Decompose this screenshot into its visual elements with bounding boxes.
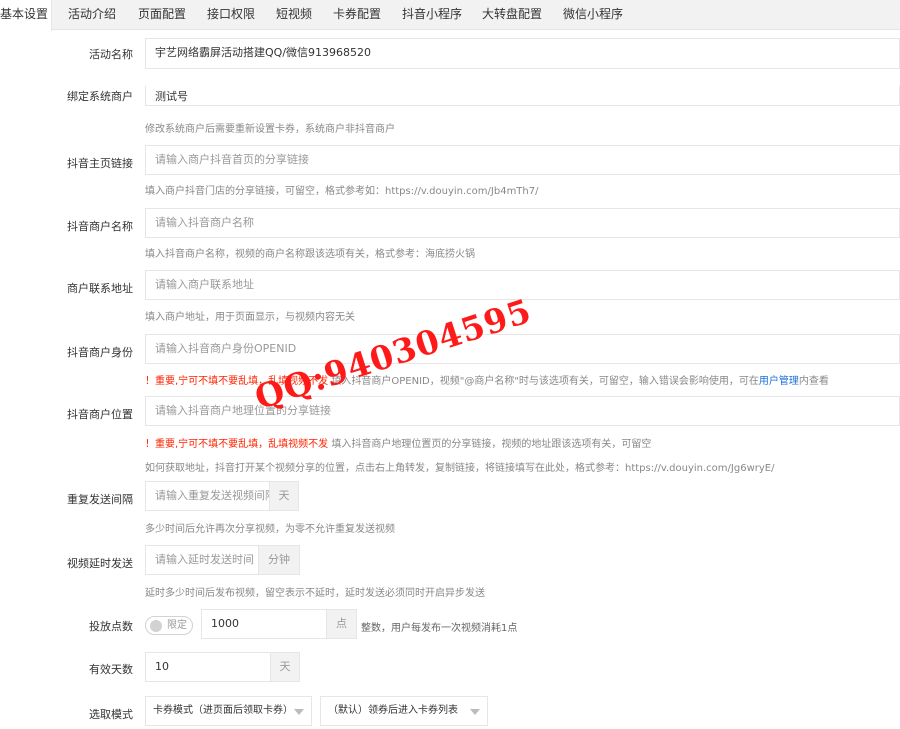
douyin-identity-help: ！重要,宁可不填不要乱填，乱填视频不发 填入抖音商户OPENID，视频"@商户名…: [145, 372, 829, 387]
douyin-name-help: 填入抖音商户名称，视频的商户名称跟该选项有关，格式参考：海底捞火锅: [145, 249, 475, 260]
douyin-name-input[interactable]: 请输入抖音商户名称: [145, 208, 900, 238]
activity-name-field[interactable]: 宇艺网络霸屏活动搭建QQ/微信913968520: [145, 38, 900, 69]
tab-wheel-config[interactable]: 大转盘配置: [482, 0, 542, 30]
tab-douyin-miniprogram[interactable]: 抖音小程序: [402, 0, 462, 30]
chevron-down-icon: [470, 709, 480, 715]
douyin-location-label: 抖音商户位置: [67, 408, 133, 421]
douyin-location-help-2: 如何获取地址，抖音打开某个视频分享的位置，点击右上角转发，复制链接，将链接填写在…: [145, 463, 775, 474]
valid-days-unit: 天: [271, 652, 300, 682]
points-input[interactable]: 1000: [201, 609, 327, 639]
douyin-identity-input[interactable]: 请输入抖音商户身份OPENID: [145, 334, 900, 364]
list-mode-value: （默认）领券后进入卡券列表: [328, 705, 458, 716]
identity-help-tail: 内查看: [798, 376, 829, 387]
tab-basic-settings[interactable]: 基本设置: [0, 0, 52, 31]
douyin-identity-label: 抖音商户身份: [67, 346, 133, 359]
video-delay-input[interactable]: 请输入延时发送时间: [145, 545, 259, 575]
row-cutoff-mask: [0, 72, 900, 86]
points-unit: 点: [327, 609, 357, 639]
identity-warning: ！重要,宁可不填不要乱填，乱填视频不发: [145, 376, 329, 387]
points-help: 整数，用户每发布一次视频消耗1点: [361, 623, 518, 634]
tab-bar: 基本设置 活动介绍 页面配置 接口权限 短视频 卡券配置 抖音小程序 大转盘配置…: [0, 0, 900, 31]
tab-short-video[interactable]: 短视频: [276, 0, 312, 30]
points-label: 投放点数: [89, 620, 133, 633]
user-management-link[interactable]: 用户管理: [759, 376, 799, 387]
list-mode-select[interactable]: （默认）领券后进入卡券列表: [320, 696, 488, 726]
douyin-location-help: ！重要,宁可不填不要乱填，乱填视频不发 填入抖音商户地理位置页的分享链接，视频的…: [145, 435, 651, 450]
pick-mode-label: 选取模式: [89, 708, 133, 721]
valid-days-input[interactable]: 10: [145, 652, 271, 682]
activity-name-label: 活动名称: [89, 48, 133, 61]
system-merchant-help: 修改系统商户后需要重新设置卡券，系统商户非抖音商户: [145, 124, 395, 135]
douyin-home-help: 填入商户抖音门店的分享链接，可留空，格式参考如：https://v.douyin…: [145, 186, 539, 197]
tab-coupon-config[interactable]: 卡券配置: [333, 0, 381, 30]
coupon-mode-value: 卡券模式（进页面后领取卡券）: [153, 705, 293, 716]
coupon-mode-select[interactable]: 卡券模式（进页面后领取卡券）: [145, 696, 312, 726]
repeat-interval-input[interactable]: 请输入重复发送视频间隔: [145, 481, 270, 511]
valid-days-label: 有效天数: [89, 663, 133, 676]
location-warning: ！重要,宁可不填不要乱填，乱填视频不发: [145, 439, 329, 450]
repeat-interval-label: 重复发送间隔: [67, 493, 133, 506]
location-help-text: 填入抖音商户地理位置页的分享链接，视频的地址跟该选项有关，可留空: [328, 439, 652, 450]
chevron-down-icon: [294, 709, 304, 715]
video-delay-unit: 分钟: [259, 545, 300, 575]
tab-api-permission[interactable]: 接口权限: [207, 0, 255, 30]
tab-wechat-miniprogram[interactable]: 微信小程序: [563, 0, 623, 30]
repeat-interval-help: 多少时间后允许再次分享视频，为零不允许重复发送视频: [145, 524, 395, 535]
douyin-name-label: 抖音商户名称: [67, 220, 133, 233]
switch-label: 限定: [167, 620, 187, 631]
repeat-interval-unit: 天: [270, 481, 299, 511]
contact-address-help: 填入商户地址，用于页面显示，与视频内容无关: [145, 312, 355, 323]
video-delay-help: 延时多少时间后发布视频，留空表示不延时，延时发送必须同时开启异步发送: [145, 588, 485, 599]
tab-page-config[interactable]: 页面配置: [138, 0, 186, 30]
switch-knob: [150, 620, 162, 632]
identity-help-text: 填入抖音商户OPENID，视频"@商户名称"时与该选项有关，可留空，输入错误会影…: [328, 376, 759, 387]
system-merchant-label: 绑定系统商户: [67, 90, 133, 103]
tab-activity-intro[interactable]: 活动介绍: [68, 0, 116, 30]
douyin-home-label: 抖音主页链接: [67, 157, 133, 170]
douyin-location-input[interactable]: 请输入抖音商户地理位置的分享链接: [145, 396, 900, 426]
douyin-home-input[interactable]: 请输入商户抖音首页的分享链接: [145, 145, 900, 175]
video-delay-label: 视频延时发送: [67, 557, 133, 570]
limit-switch[interactable]: 限定: [145, 616, 193, 635]
contact-address-label: 商户联系地址: [67, 282, 133, 295]
contact-address-input[interactable]: 请输入商户联系地址: [145, 270, 900, 300]
